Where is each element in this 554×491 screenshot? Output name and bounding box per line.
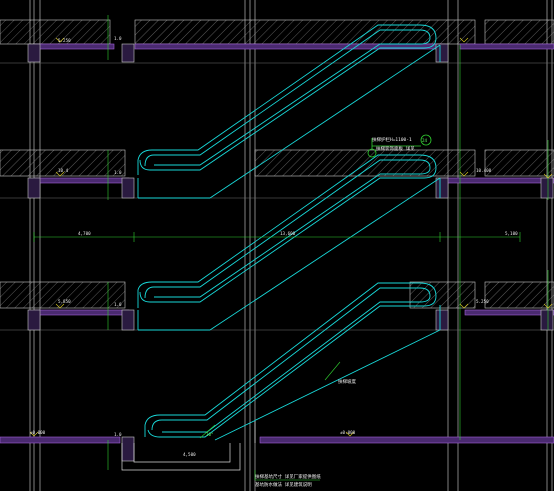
- floor-slab-tag-3: 1.0: [114, 302, 122, 307]
- callout-tag: 24: [422, 138, 428, 143]
- bottom-note-line2: 基坑防水做法 详见建筑说明: [255, 481, 312, 488]
- floor-level-label-1: 5.250: [58, 38, 71, 43]
- floor-slab-tag-4: 1.0: [114, 432, 122, 437]
- floor-level-label-3: 5.850: [58, 299, 71, 304]
- dimension-mid-center: 13,600: [280, 231, 296, 236]
- cad-section-drawing: 5.250 1.0 10.4 1.0 5.850 1.0 ±0.000 1.0 …: [0, 0, 554, 491]
- angle-label: 30°: [206, 432, 214, 437]
- floor-slab-tag-2: 1.0: [114, 170, 122, 175]
- callout-text-line2: 扶梯装饰面板 详见: [376, 145, 415, 152]
- bottom-dimension: 4,500: [183, 452, 196, 457]
- floor-slab-tag-1: 1.0: [114, 36, 122, 41]
- bottom-note-line1: 扶梯基坑尺寸 详见厂家提供图纸: [255, 473, 321, 480]
- dimension-right-level-b: 5.250: [476, 299, 489, 304]
- dimension-right-level-a: ±0.000: [340, 430, 356, 435]
- floor-level-label-2: 10.4: [58, 168, 69, 173]
- dimension-right-level-c: 10.400: [476, 168, 492, 173]
- floor-level-label-4: ±0.000: [30, 430, 46, 435]
- incline-note: 扶梯坡度: [338, 378, 356, 385]
- dimension-mid-left: 4,700: [78, 231, 91, 236]
- dimension-mid-right: 5,100: [505, 231, 518, 236]
- callout-text-line1: 扶梯护栏H=1100-1: [372, 136, 412, 143]
